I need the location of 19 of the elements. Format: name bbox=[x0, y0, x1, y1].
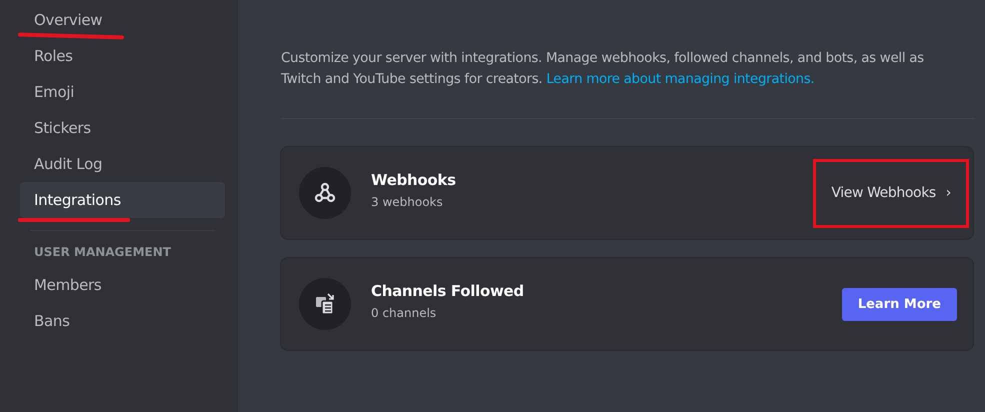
view-webhooks-button[interactable]: View Webhooks › bbox=[831, 179, 951, 207]
learn-more-button[interactable]: Learn More bbox=[842, 288, 957, 320]
sidebar-item[interactable]: Members bbox=[20, 267, 225, 303]
sidebar-item[interactable]: Roles bbox=[20, 38, 225, 74]
sidebar-item[interactable]: Stickers bbox=[20, 110, 225, 146]
sidebar-item[interactable]: Bans bbox=[20, 303, 225, 339]
card-subtitle: 3 webhooks bbox=[371, 195, 444, 209]
sidebar-item[interactable]: Overview bbox=[20, 2, 225, 38]
card-title: Channels Followed bbox=[371, 282, 525, 300]
sidebar-item[interactable]: Audit Log bbox=[20, 146, 225, 182]
sidebar-item[interactable]: Emoji bbox=[20, 74, 225, 110]
documents-icon bbox=[299, 278, 351, 330]
sidebar-item[interactable]: Integrations bbox=[20, 182, 225, 218]
card-title: Webhooks bbox=[371, 171, 457, 189]
learn-more-link[interactable]: Learn more about managing integrations. bbox=[546, 72, 814, 87]
description-text: Customize your server with integrations. Manage webhooks, followed channels, and bots, as well as Twitch and YouTube settings for creators. Learn more about managing integrations. bbox=[281, 50, 925, 89]
webhook-icon bbox=[299, 167, 351, 219]
card-subtitle: 0 channels bbox=[371, 306, 438, 320]
section-header: USER MANAGEMENT bbox=[33, 244, 172, 261]
